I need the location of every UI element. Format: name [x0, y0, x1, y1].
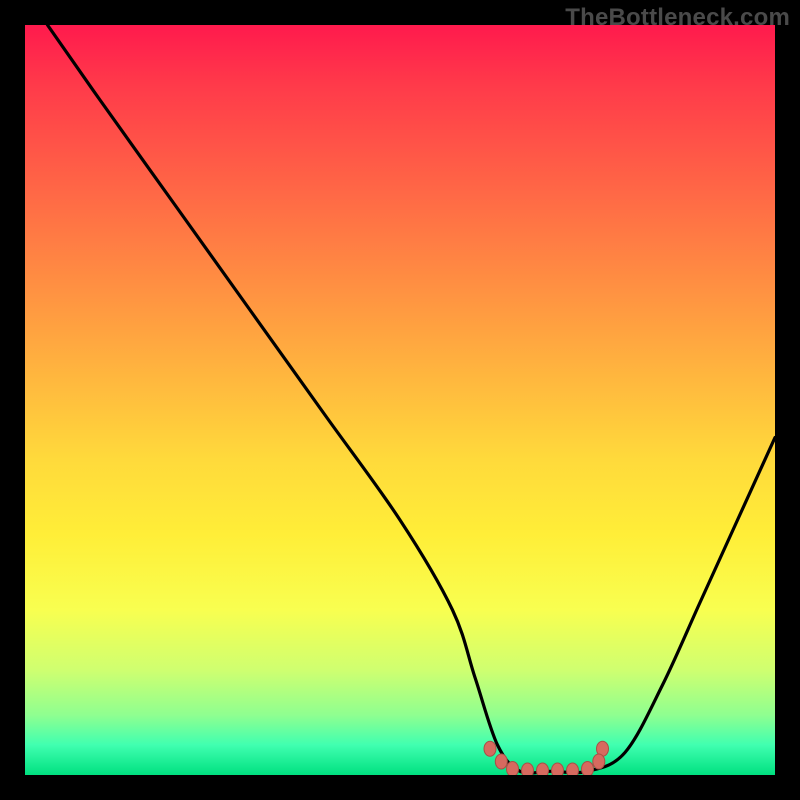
marker-group — [484, 741, 609, 775]
bottleneck-curve-path — [48, 25, 776, 773]
curve-marker — [537, 763, 549, 775]
curve-marker — [582, 762, 594, 776]
curve-marker — [593, 754, 605, 769]
watermark-text: TheBottleneck.com — [565, 4, 790, 32]
curve-marker — [552, 763, 564, 775]
curve-marker — [522, 763, 534, 775]
plot-area — [25, 25, 775, 775]
curve-marker — [567, 763, 579, 775]
chart-frame: TheBottleneck.com — [0, 0, 800, 800]
bottleneck-curve-svg — [25, 25, 775, 775]
curve-marker — [495, 754, 507, 769]
curve-marker — [484, 741, 496, 756]
curve-marker — [507, 762, 519, 776]
